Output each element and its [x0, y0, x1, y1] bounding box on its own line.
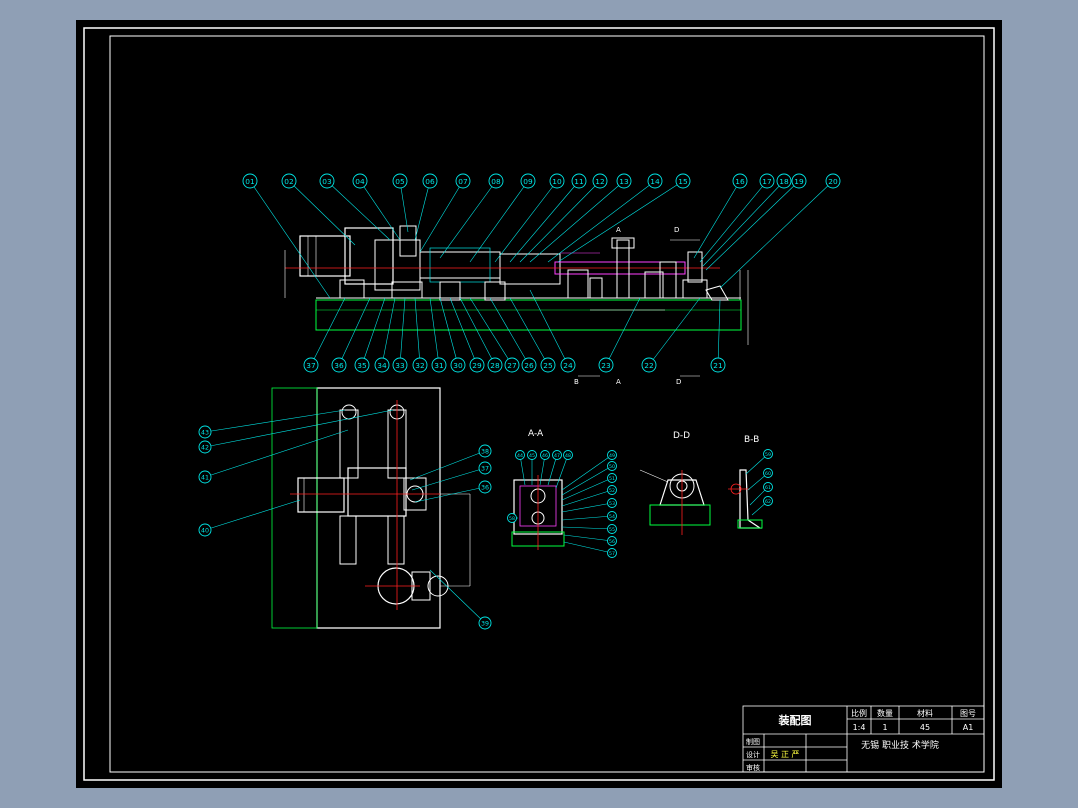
header-drawing-number: 图号: [960, 709, 976, 718]
row-label-review: 审核: [746, 763, 760, 772]
balloon-label-bottom-row-34: 34: [377, 361, 387, 370]
balloon-label-bottom-row-37: 37: [306, 361, 316, 370]
balloon-label-section-bb-59: 59: [765, 452, 771, 458]
balloon-label-section-aa-right-57: 57: [609, 551, 615, 557]
balloon-label-top-row-06: 06: [425, 177, 435, 186]
balloon-label-top-row-08: 08: [491, 177, 501, 186]
balloon-label-bottom-row-33: 33: [395, 361, 405, 370]
cad-drawing-sheet: A D B A D A-A D-D B-B 01 02 03 04 05 06 …: [76, 20, 1002, 788]
header-scale: 比例: [851, 708, 867, 718]
balloon-label-top-row-03: 03: [322, 177, 332, 186]
section-bb-title: B-B: [744, 435, 759, 445]
balloon-label-plan-right-38: 38: [481, 449, 489, 456]
balloon-label-section-aa-top-45: 45: [529, 453, 535, 459]
cut-marker-b: B: [574, 378, 579, 386]
balloon-label-section-aa-right-49: 49: [609, 453, 615, 459]
balloon-label-plan-right-36: 36: [481, 485, 489, 492]
section-dd-title: D-D: [673, 431, 690, 441]
cut-marker-d-top: D: [674, 226, 679, 234]
designer-name: 吴 正 严: [770, 750, 799, 759]
drawing-name: 装配图: [778, 713, 812, 727]
school-name: 无锡 职业技 术学院: [861, 739, 939, 751]
value-drawing-number: A1: [963, 723, 974, 732]
balloon-label-top-row-17: 17: [762, 177, 772, 186]
balloon-label-top-row-11: 11: [574, 177, 584, 186]
balloon-label-bottom-row-28: 28: [490, 361, 500, 370]
balloon-label-section-aa-left-58: 58: [509, 516, 515, 522]
balloon-label-top-row-16: 16: [735, 177, 745, 186]
cut-marker-a: A: [616, 378, 621, 386]
balloon-label-section-aa-right-54: 54: [609, 514, 615, 520]
balloon-label-section-aa-right-52: 52: [609, 488, 615, 494]
balloon-label-bottom-row-26: 26: [524, 361, 534, 370]
balloon-label-bottom-row-30: 30: [453, 361, 463, 370]
balloon-label-top-row-04: 04: [355, 177, 365, 186]
balloon-label-section-aa-top-47: 47: [554, 453, 560, 459]
balloon-label-bottom-row-31: 31: [434, 361, 444, 370]
balloon-label-section-aa-right-55: 55: [609, 527, 615, 533]
balloon-label-section-aa-right-50: 50: [609, 464, 615, 470]
header-material: 材料: [917, 708, 933, 718]
balloon-label-top-row-20: 20: [828, 177, 838, 186]
cut-marker-a-top: A: [616, 226, 621, 234]
balloon-label-section-bb-61: 61: [765, 485, 771, 491]
balloon-label-bottom-row-27: 27: [507, 361, 517, 370]
balloon-label-bottom-row-35: 35: [357, 361, 367, 370]
balloon-label-top-row-19: 19: [794, 177, 804, 186]
balloon-label-top-row-07: 07: [458, 177, 468, 186]
balloon-label-section-aa-top-44: 44: [517, 453, 523, 459]
balloon-label-top-row-12: 12: [595, 177, 604, 186]
balloon-label-top-row-02: 02: [284, 177, 293, 186]
balloon-label-bottom-row-21: 21: [713, 361, 723, 370]
balloon-label-bottom-row-25: 25: [543, 361, 553, 370]
row-label-draw: 制图: [746, 737, 760, 746]
balloon-label-plan-right-39: 39: [481, 621, 489, 628]
value-quantity: 1: [882, 723, 887, 732]
value-material: 45: [920, 723, 930, 732]
balloon-label-plan-left-40: 40: [201, 528, 209, 535]
balloon-label-bottom-row-22: 22: [644, 361, 653, 370]
balloon-label-section-aa-right-51: 51: [609, 476, 615, 482]
balloon-label-bottom-row-32: 32: [415, 361, 424, 370]
balloon-label-plan-right-37: 37: [481, 466, 489, 473]
balloon-label-top-row-15: 15: [678, 177, 688, 186]
balloon-label-section-aa-top-46: 46: [542, 453, 548, 459]
balloon-label-bottom-row-29: 29: [472, 361, 482, 370]
paper: [76, 20, 1002, 788]
balloon-label-plan-left-41: 41: [201, 475, 209, 482]
balloon-label-top-row-18: 18: [779, 177, 789, 186]
row-label-design: 设计: [746, 750, 760, 759]
balloon-label-bottom-row-23: 23: [601, 361, 611, 370]
balloon-label-plan-left-43: 43: [201, 430, 209, 437]
balloon-label-section-aa-right-56: 56: [609, 539, 615, 545]
balloon-label-bottom-row-36: 36: [334, 361, 344, 370]
value-scale: 1:4: [853, 723, 866, 732]
header-quantity: 数量: [877, 708, 893, 718]
balloon-label-section-bb-60: 60: [765, 471, 771, 477]
cut-marker-d: D: [676, 378, 681, 386]
balloon-label-top-row-13: 13: [619, 177, 629, 186]
balloon-label-top-row-01: 01: [245, 177, 255, 186]
balloon-label-section-bb-62: 62: [765, 499, 771, 505]
balloon-label-top-row-10: 10: [552, 177, 562, 186]
balloon-label-top-row-14: 14: [650, 177, 660, 186]
balloon-label-section-aa-right-53: 53: [609, 501, 615, 507]
balloon-label-plan-left-42: 42: [201, 445, 209, 452]
section-aa-title: A-A: [528, 429, 544, 439]
balloon-label-bottom-row-24: 24: [563, 361, 573, 370]
balloon-label-section-aa-top-48: 48: [565, 453, 571, 459]
balloon-label-top-row-09: 09: [523, 177, 533, 186]
balloon-label-top-row-05: 05: [395, 177, 405, 186]
